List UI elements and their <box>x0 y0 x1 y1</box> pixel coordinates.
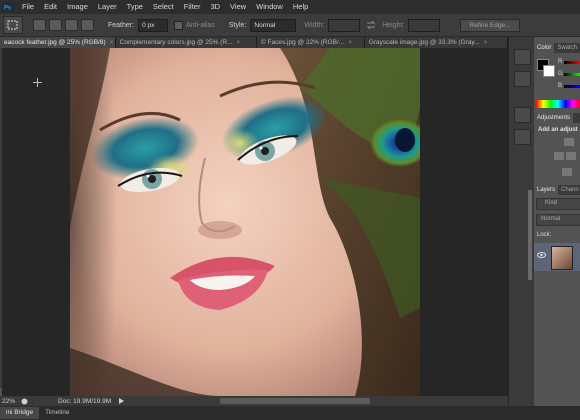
new-selection-icon[interactable] <box>33 19 46 31</box>
tab-complementary-colors[interactable]: Complementary colors.jpg @ 25% (R... × <box>115 37 257 48</box>
menu-image[interactable]: Image <box>62 0 93 14</box>
tab-color[interactable]: Color <box>534 43 555 53</box>
character-panel-icon[interactable] <box>514 107 531 123</box>
add-adjustment-label: Add an adjust <box>538 127 578 133</box>
menu-select[interactable]: Select <box>148 0 179 14</box>
tool-preset-picker[interactable] <box>3 16 23 34</box>
feather-input[interactable]: 0 px <box>138 18 169 32</box>
refine-edge-button[interactable]: Refine Edge... <box>460 18 520 32</box>
close-icon[interactable]: × <box>484 37 488 48</box>
status-info-icon[interactable] <box>21 398 28 405</box>
layer-kind-filter[interactable]: Kind <box>536 198 580 210</box>
close-icon[interactable]: × <box>348 37 352 48</box>
menu-window[interactable]: Window <box>251 0 288 14</box>
g-slider[interactable] <box>564 73 580 76</box>
close-icon[interactable]: × <box>236 37 240 48</box>
layer-thumbnail <box>551 246 573 270</box>
blend-mode-value: Normal <box>541 216 561 222</box>
svg-text:Ps: Ps <box>4 6 11 12</box>
menu-edit[interactable]: Edit <box>39 0 62 14</box>
app-logo-icon: Ps <box>2 2 14 12</box>
panel-dock: Color Swatch R G B Adjustments Add an ad… <box>534 37 580 406</box>
menu-3d[interactable]: 3D <box>205 0 225 14</box>
channel-r-label: R <box>558 59 563 65</box>
tab-grayscale-image[interactable]: Grayscale image.jpg @ 33.3% (Gray... × <box>364 37 508 48</box>
bottom-panel-tabs: ini Bridge Timeline <box>0 406 580 420</box>
document-image[interactable] <box>70 48 420 396</box>
paragraph-panel-icon[interactable] <box>514 129 531 145</box>
width-input[interactable] <box>328 18 361 32</box>
background-color-swatch[interactable] <box>543 65 555 77</box>
portrait-photo <box>70 48 420 396</box>
zoom-level[interactable]: 22% <box>2 398 15 405</box>
eye-icon[interactable] <box>537 252 546 258</box>
swap-dimensions-icon[interactable] <box>366 21 376 29</box>
tab-mini-bridge[interactable]: ini Bridge <box>0 407 40 419</box>
tab-faces[interactable]: © Faces.jpg @ 22% (RGB/... × <box>256 37 365 48</box>
document-tabs: eacock feather.jpg @ 25% (RGB/8) × Compl… <box>0 37 508 48</box>
tab-timeline[interactable]: Timeline <box>39 407 75 419</box>
menu-layer[interactable]: Layer <box>93 0 122 14</box>
height-input[interactable] <box>408 18 441 32</box>
antialias-label: Anti-alias <box>186 21 215 29</box>
crosshair-cursor-icon <box>33 78 42 87</box>
style-label: Style: <box>228 21 247 29</box>
channel-b-label: B <box>558 83 563 89</box>
levels-icon[interactable] <box>554 152 564 160</box>
tab-label: © Faces.jpg @ 22% (RGB/... <box>260 39 345 46</box>
tab-label: eacock feather.jpg @ 25% (RGB/8) <box>4 39 106 46</box>
history-panel-icon[interactable] <box>514 49 531 65</box>
color-panel-tabs: Color Swatch <box>534 43 580 53</box>
add-to-selection-icon[interactable] <box>49 19 62 31</box>
options-bar: Feather: 0 px Anti-alias Style: Normal W… <box>0 14 580 37</box>
hue-saturation-icon[interactable] <box>562 168 572 176</box>
height-label: Height: <box>382 21 405 29</box>
width-label: Width: <box>304 21 325 29</box>
tab-adjustments[interactable]: Adjustments <box>534 113 574 123</box>
tab-swatches[interactable]: Swatch <box>554 43 580 53</box>
tab-label: Complementary colors.jpg @ 25% (R... <box>119 39 233 46</box>
brightness-contrast-icon[interactable] <box>564 138 574 146</box>
document-size: Doc: 19.9M/19.9M <box>58 397 112 405</box>
tab-layers[interactable]: Layers <box>534 185 559 195</box>
adjustments-panel-tabs: Adjustments <box>534 113 580 123</box>
marquee-tool-icon <box>7 20 18 30</box>
menu-help[interactable]: Help <box>288 0 313 14</box>
actions-panel-icon[interactable] <box>514 71 531 87</box>
layers-panel-tabs: Layers Chann <box>534 185 580 195</box>
antialias-checkbox[interactable] <box>174 20 184 30</box>
subtract-from-selection-icon[interactable] <box>65 19 78 31</box>
channel-g-label: G <box>558 71 563 77</box>
vertical-scrollbar[interactable] <box>528 190 532 280</box>
layer-row[interactable] <box>534 243 580 271</box>
menu-bar: Ps File Edit Image Layer Type Select Fil… <box>0 0 580 14</box>
blend-mode-select[interactable]: Normal <box>536 214 580 226</box>
menu-file[interactable]: File <box>17 0 39 14</box>
menu-view[interactable]: View <box>225 0 251 14</box>
status-menu-arrow-icon[interactable] <box>119 398 125 404</box>
tab-channels[interactable]: Chann <box>558 185 580 195</box>
feather-label: Feather: <box>108 21 135 29</box>
menu-filter[interactable]: Filter <box>179 0 206 14</box>
tab-label: Grayscale image.jpg @ 33.3% (Gray... <box>368 39 480 46</box>
lock-label: Lock: <box>537 232 552 238</box>
color-spectrum-ramp[interactable] <box>536 100 580 108</box>
horizontal-scrollbar[interactable] <box>220 398 370 404</box>
intersect-selection-icon[interactable] <box>81 19 94 31</box>
b-slider[interactable] <box>564 85 580 88</box>
curves-icon[interactable] <box>566 152 576 160</box>
tab-peacock-feather[interactable]: eacock feather.jpg @ 25% (RGB/8) × <box>0 37 116 48</box>
r-slider[interactable] <box>564 61 580 64</box>
menu-type[interactable]: Type <box>122 0 148 14</box>
kind-label: Kind <box>545 200 558 206</box>
close-icon[interactable]: × <box>110 37 114 48</box>
style-select[interactable]: Normal <box>250 18 297 32</box>
